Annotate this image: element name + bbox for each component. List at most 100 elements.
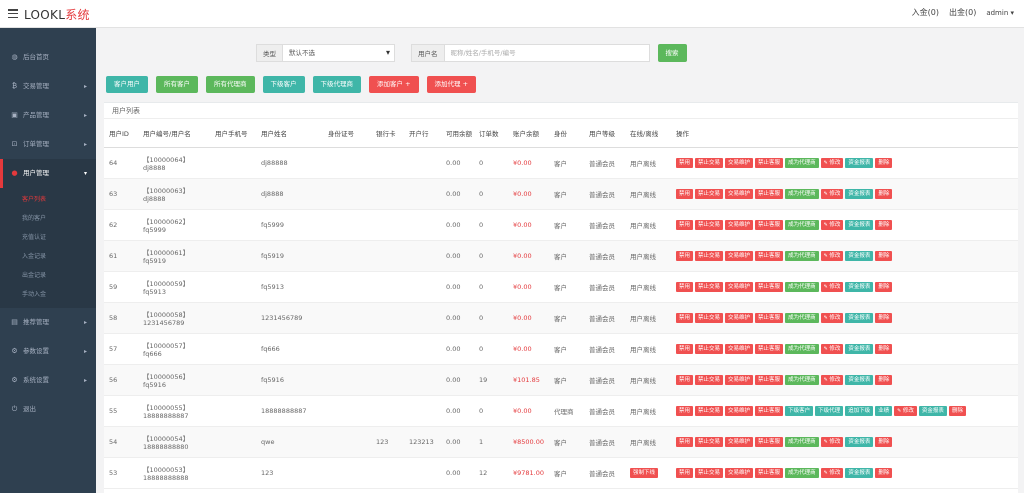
action-button-1[interactable]: 禁止交易 (695, 343, 724, 354)
action-button-7[interactable]: 删除 (875, 374, 893, 385)
action-button-2[interactable]: 交易维护 (725, 188, 754, 199)
action-button-2[interactable]: 交易维护 (725, 250, 754, 261)
action-button-6[interactable]: 资金报表 (845, 219, 874, 230)
action-button-4[interactable]: 成为代理商 (785, 374, 819, 385)
action-button-2[interactable]: 交易维护 (725, 405, 754, 416)
sidebar-item-8[interactable]: ⏻ 退出 (0, 395, 96, 424)
action-button-3[interactable]: 禁止客服 (755, 436, 784, 447)
action-button-2[interactable]: 交易维护 (725, 281, 754, 292)
action-button-7[interactable]: 删除 (875, 281, 893, 292)
action-button-1[interactable]: 禁止交易 (695, 157, 724, 168)
withdraw-link[interactable]: 出金(0) (949, 7, 976, 18)
hamburger-menu-icon[interactable] (8, 9, 18, 19)
admin-dropdown[interactable]: admin ▾ (986, 9, 1014, 17)
action-button-0[interactable]: 禁用 (676, 374, 694, 385)
search-input[interactable]: 昵称/姓名/手机号/编号 (444, 44, 650, 62)
action-button-7[interactable]: 删除 (875, 250, 893, 261)
action-button-5[interactable]: ✎ 修改 (820, 312, 844, 323)
action-button-2[interactable]: 交易维护 (725, 343, 754, 354)
action-button-5[interactable]: ✎ 修改 (820, 157, 844, 168)
action-button-7[interactable]: 删除 (875, 188, 893, 199)
search-button[interactable]: 搜索 (657, 44, 687, 62)
filter-button-3[interactable]: 下级客户 (262, 76, 305, 93)
action-button-3[interactable]: 禁止客服 (755, 281, 784, 292)
action-button-0[interactable]: 禁用 (676, 219, 694, 230)
action-button-4[interactable]: 成为代理商 (785, 219, 819, 230)
action-button-5[interactable]: ✎ 修改 (820, 436, 844, 447)
action-button-0[interactable]: 禁用 (676, 250, 694, 261)
sidebar-item-4[interactable]: ● 用户管理 ▾ (0, 159, 96, 188)
action-button-8[interactable]: ✎ 修改 (894, 405, 917, 416)
action-button-1[interactable]: 禁止交易 (695, 250, 724, 261)
action-button-5[interactable]: 下级代理 (815, 405, 844, 416)
action-button-0[interactable]: 禁用 (676, 312, 694, 323)
action-button-6[interactable]: 资金报表 (845, 374, 874, 385)
action-button-6[interactable]: 资金报表 (845, 436, 874, 447)
action-button-0[interactable]: 禁用 (676, 157, 694, 168)
action-button-0[interactable]: 禁用 (676, 467, 694, 478)
action-button-1[interactable]: 禁止交易 (695, 374, 724, 385)
action-button-3[interactable]: 禁止客服 (755, 467, 784, 478)
action-button-4[interactable]: 成为代理商 (785, 343, 819, 354)
sidebar-subitem-2[interactable]: 充值认证 (0, 228, 96, 247)
action-button-5[interactable]: ✎ 修改 (820, 374, 844, 385)
action-button-6[interactable]: 资金报表 (845, 157, 874, 168)
force-offline-button[interactable]: 强制下线 (630, 467, 659, 478)
action-button-5[interactable]: ✎ 修改 (820, 467, 844, 478)
action-button-4[interactable]: 成为代理商 (785, 436, 819, 447)
action-button-7[interactable]: 删除 (875, 312, 893, 323)
sidebar-subitem-3[interactable]: 入金记录 (0, 247, 96, 266)
action-button-7[interactable]: 删除 (875, 219, 893, 230)
action-button-1[interactable]: 禁止交易 (695, 467, 724, 478)
action-button-5[interactable]: ✎ 修改 (820, 343, 844, 354)
action-button-3[interactable]: 禁止客服 (755, 343, 784, 354)
sidebar-item-7[interactable]: ⚙ 系统设置 ▸ (0, 366, 96, 395)
action-button-0[interactable]: 禁用 (676, 405, 694, 416)
sidebar-item-1[interactable]: ₿ 交易管理 ▸ (0, 72, 96, 101)
action-button-4[interactable]: 成为代理商 (785, 312, 819, 323)
filter-button-4[interactable]: 下级代理商 (312, 76, 361, 93)
action-button-3[interactable]: 禁止客服 (755, 219, 784, 230)
action-button-2[interactable]: 交易维护 (725, 157, 754, 168)
action-button-2[interactable]: 交易维护 (725, 219, 754, 230)
action-button-2[interactable]: 交易维护 (725, 374, 754, 385)
action-button-4[interactable]: 成为代理商 (785, 467, 819, 478)
action-button-7[interactable]: 删除 (875, 436, 893, 447)
action-button-6[interactable]: 资金报表 (845, 250, 874, 261)
action-button-6[interactable]: 资金报表 (845, 467, 874, 478)
action-button-7[interactable]: 业绩 (875, 405, 893, 416)
action-button-5[interactable]: ✎ 修改 (820, 281, 844, 292)
type-select[interactable]: 默认不选 (283, 44, 395, 62)
action-button-0[interactable]: 禁用 (676, 281, 694, 292)
sidebar-subitem-5[interactable]: 手动入金 (0, 285, 96, 304)
action-button-4[interactable]: 成为代理商 (785, 188, 819, 199)
action-button-9[interactable]: 资金报表 (918, 405, 947, 416)
action-button-6[interactable]: 追加下级 (845, 405, 874, 416)
action-button-3[interactable]: 禁止客服 (755, 188, 784, 199)
action-button-4[interactable]: 下级客户 (785, 405, 814, 416)
deposit-link[interactable]: 入金(0) (912, 7, 939, 18)
action-button-6[interactable]: 资金报表 (845, 343, 874, 354)
action-button-1[interactable]: 禁止交易 (695, 405, 724, 416)
action-button-7[interactable]: 删除 (875, 467, 893, 478)
action-button-1[interactable]: 禁止交易 (695, 436, 724, 447)
action-button-4[interactable]: 成为代理商 (785, 250, 819, 261)
sidebar-item-3[interactable]: ⊡ 订单管理 ▸ (0, 130, 96, 159)
action-button-2[interactable]: 交易维护 (725, 467, 754, 478)
action-button-4[interactable]: 成为代理商 (785, 157, 819, 168)
sidebar-item-6[interactable]: ⚙ 参数设置 ▸ (0, 337, 96, 366)
action-button-1[interactable]: 禁止交易 (695, 219, 724, 230)
action-button-5[interactable]: ✎ 修改 (820, 250, 844, 261)
action-button-1[interactable]: 禁止交易 (695, 281, 724, 292)
action-button-1[interactable]: 禁止交易 (695, 312, 724, 323)
sidebar-item-5[interactable]: ▤ 推荐管理 ▸ (0, 308, 96, 337)
filter-button-2[interactable]: 所有代理商 (206, 76, 255, 93)
action-button-4[interactable]: 成为代理商 (785, 281, 819, 292)
filter-button-0[interactable]: 客户用户 (106, 76, 148, 93)
action-button-3[interactable]: 禁止客服 (755, 405, 784, 416)
sidebar-item-0[interactable]: ◍ 后台首页 (0, 43, 96, 72)
sidebar-item-2[interactable]: ▣ 产品管理 ▸ (0, 101, 96, 130)
sidebar-subitem-1[interactable]: 我的客户 (0, 209, 96, 228)
action-button-3[interactable]: 禁止客服 (755, 312, 784, 323)
action-button-6[interactable]: 资金报表 (845, 281, 874, 292)
